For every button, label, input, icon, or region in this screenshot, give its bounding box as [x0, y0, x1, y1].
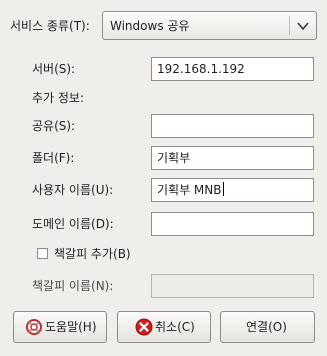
dropdown-separator	[289, 16, 290, 35]
help-lifebuoy-icon	[26, 319, 42, 335]
domain-label: 도메인 이름(D):	[32, 217, 114, 231]
share-label: 공유(S):	[32, 119, 76, 133]
username-value: 기획부 MNB	[157, 183, 222, 197]
connect-button[interactable]: 연결(O)	[220, 311, 315, 343]
bookmark-name-label: 책갈피 이름(N):	[32, 279, 114, 293]
bookmark-name-input	[151, 274, 314, 298]
cancel-button-label: 취소(C)	[155, 320, 195, 334]
share-input[interactable]	[151, 114, 314, 138]
optional-info-heading: 추가 정보:	[32, 91, 85, 105]
domain-input[interactable]	[151, 212, 314, 236]
service-type-label: 서비스 종류(T):	[10, 19, 90, 33]
server-input[interactable]: 192.168.1.192	[151, 57, 314, 81]
username-input[interactable]: 기획부 MNB	[151, 178, 314, 202]
text-caret	[222, 182, 224, 196]
server-label: 서버(S):	[32, 62, 76, 76]
connect-button-label: 연결(O)	[246, 320, 287, 334]
cancel-icon	[135, 318, 153, 336]
cancel-button[interactable]: 취소(C)	[117, 311, 211, 343]
service-type-dropdown[interactable]: Windows 공유	[102, 11, 317, 40]
folder-input[interactable]: 기획부	[151, 146, 314, 170]
folder-label: 폴더(F):	[32, 151, 75, 165]
username-label: 사용자 이름(U):	[32, 183, 114, 197]
chevron-down-icon[interactable]	[295, 18, 311, 34]
add-bookmark-checkbox[interactable]	[37, 248, 48, 259]
add-bookmark-label[interactable]: 책갈피 추가(B)	[54, 246, 131, 262]
help-button-label: 도움말(H)	[45, 320, 97, 334]
help-button[interactable]: 도움말(H)	[13, 311, 107, 343]
service-type-value: Windows 공유	[110, 19, 190, 33]
